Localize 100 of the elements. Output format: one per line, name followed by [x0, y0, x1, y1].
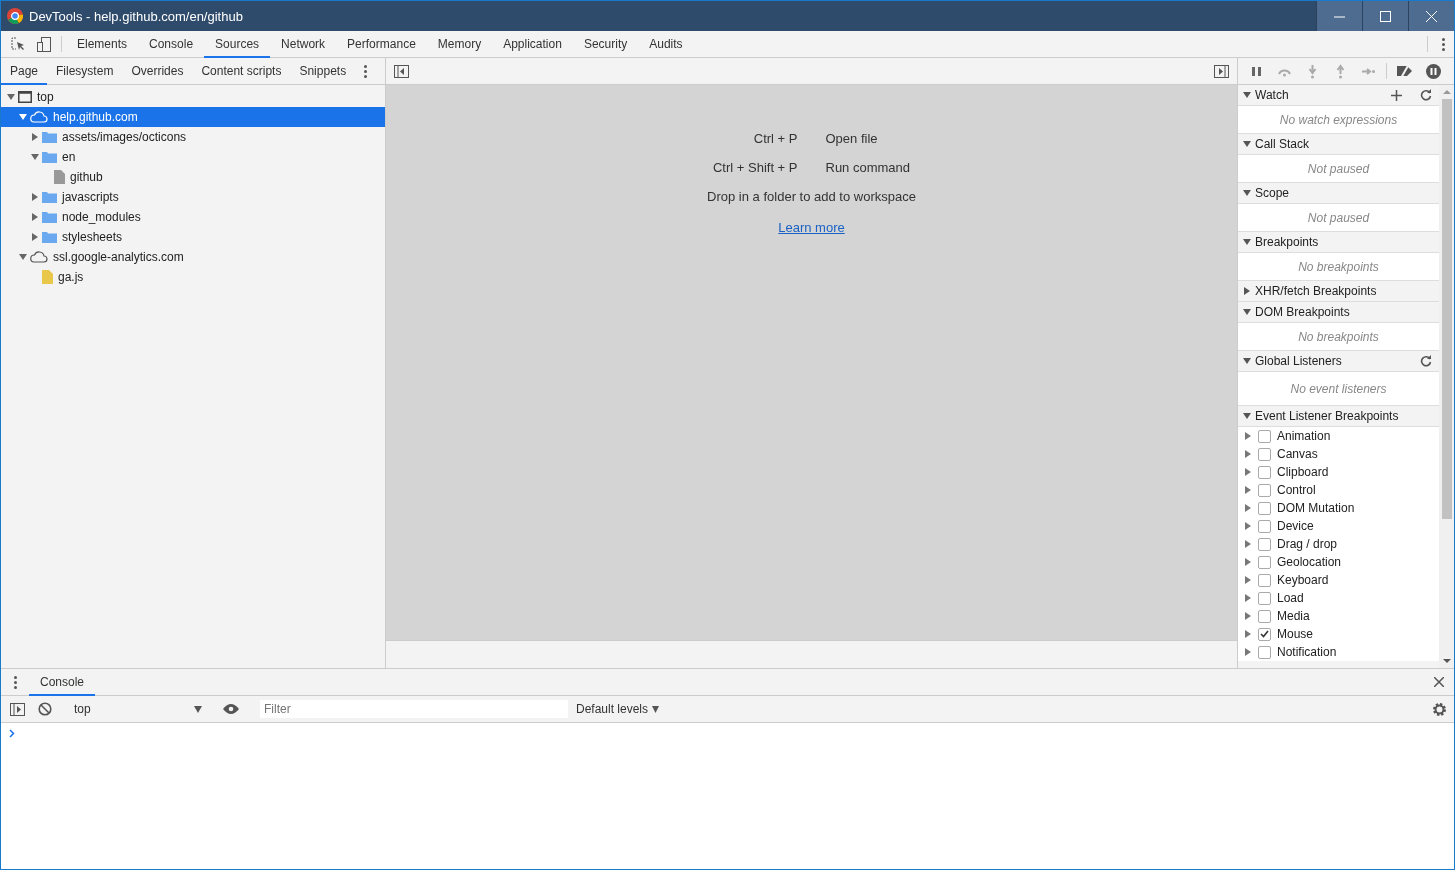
disclosure-triangle-icon[interactable] — [31, 153, 39, 161]
filter-field[interactable]: Filter — [260, 700, 568, 718]
tree-item[interactable]: ssl.google-analytics.com — [1, 247, 385, 267]
disclosure-triangle-icon[interactable] — [1243, 357, 1251, 365]
disclosure-triangle-icon[interactable] — [7, 93, 15, 101]
event-breakpoint-item[interactable]: DOM Mutation — [1238, 499, 1439, 517]
disclosure-triangle-icon[interactable] — [1243, 140, 1251, 148]
tree-item[interactable]: stylesheets — [1, 227, 385, 247]
deactivate-breakpoints-icon[interactable] — [1396, 64, 1414, 78]
panel-tab[interactable]: Network — [270, 31, 337, 58]
navigator-tab[interactable]: Content scripts — [192, 58, 291, 85]
section-title: Watch — [1255, 88, 1290, 102]
panel-tab[interactable]: Elements — [66, 31, 139, 58]
navigator-tab[interactable]: Snippets — [290, 58, 356, 85]
tree-item[interactable]: assets/images/octicons — [1, 127, 385, 147]
disclosure-triangle-icon[interactable] — [1244, 522, 1252, 530]
checkbox[interactable] — [1258, 627, 1271, 641]
disclosure-triangle-icon[interactable] — [1243, 308, 1251, 316]
checkbox[interactable] — [1258, 645, 1271, 659]
disclosure-triangle-icon[interactable] — [1243, 287, 1251, 295]
tree-item[interactable]: github — [1, 167, 385, 187]
checkbox[interactable] — [1258, 447, 1271, 461]
section-header[interactable]: Scope — [1238, 182, 1439, 204]
checkbox[interactable] — [1258, 501, 1271, 515]
disclosure-triangle-icon[interactable] — [1243, 189, 1251, 197]
checkbox[interactable] — [1258, 609, 1271, 623]
disclosure-triangle-icon[interactable] — [1244, 648, 1252, 656]
maximize-button[interactable] — [1362, 1, 1408, 31]
disclosure-triangle-icon[interactable] — [31, 133, 39, 141]
event-breakpoint-item[interactable]: Media — [1238, 607, 1439, 625]
panel-tab[interactable]: Audits — [638, 31, 694, 58]
pause-on-exceptions-icon[interactable] — [1425, 63, 1441, 79]
disclosure-triangle-icon[interactable] — [31, 193, 39, 201]
navigator-tab[interactable]: Page — [1, 58, 48, 85]
context-selector[interactable]: top — [68, 698, 208, 720]
refresh-icon[interactable] — [1420, 89, 1432, 101]
toggle-debugger-icon[interactable] — [1214, 64, 1229, 78]
checkbox[interactable] — [1258, 555, 1271, 569]
disclosure-triangle-icon[interactable] — [19, 113, 27, 121]
file-icon — [42, 270, 53, 284]
event-breakpoint-item[interactable]: Drag / drop — [1238, 535, 1439, 553]
event-breakpoint-item[interactable]: Mouse — [1238, 625, 1439, 643]
section-header[interactable]: Event Listener Breakpoints — [1238, 405, 1439, 427]
disclosure-triangle-icon[interactable] — [31, 213, 39, 221]
disclosure-triangle-icon[interactable] — [1244, 540, 1252, 548]
disclosure-triangle-icon[interactable] — [1243, 412, 1251, 420]
section-header[interactable]: Breakpoints — [1238, 231, 1439, 253]
tree-item[interactable]: en — [1, 147, 385, 167]
checkbox[interactable] — [1258, 519, 1271, 533]
checkbox[interactable] — [1258, 591, 1271, 605]
disclosure-triangle-icon[interactable] — [1244, 594, 1252, 602]
tree-item-label: top — [37, 90, 54, 104]
navigator-tab[interactable]: Filesystem — [47, 58, 123, 85]
event-breakpoint-item[interactable]: Load — [1238, 589, 1439, 607]
drawer-tab[interactable]: Console — [29, 669, 96, 696]
disclosure-triangle-icon[interactable] — [31, 233, 39, 241]
panel-tab[interactable]: Security — [572, 31, 639, 58]
disclosure-triangle-icon[interactable] — [1244, 432, 1252, 440]
disclosure-triangle-icon[interactable] — [1244, 576, 1252, 584]
tree-item[interactable]: top — [1, 87, 385, 107]
disclosure-triangle-icon[interactable] — [1243, 238, 1251, 246]
tree-item[interactable]: node_modules — [1, 207, 385, 227]
tree-item[interactable]: help.github.com — [1, 107, 385, 127]
checkbox[interactable] — [1258, 537, 1271, 551]
disclosure-triangle-icon[interactable] — [1244, 450, 1252, 458]
panel-tab[interactable]: Performance — [336, 31, 427, 58]
tree-item[interactable]: javascripts — [1, 187, 385, 207]
disclosure-triangle-icon[interactable] — [1243, 91, 1251, 99]
event-breakpoint-item[interactable]: Device — [1238, 517, 1439, 535]
toggle-navigator-icon[interactable] — [394, 64, 409, 78]
navigator-tab[interactable]: Overrides — [122, 58, 193, 85]
checkbox[interactable] — [1258, 483, 1271, 497]
event-breakpoint-item[interactable]: Canvas — [1238, 445, 1439, 463]
section-header[interactable]: Global Listeners — [1238, 350, 1439, 372]
event-breakpoint-item[interactable]: Animation — [1238, 427, 1439, 445]
disclosure-triangle-icon[interactable] — [1244, 612, 1252, 620]
disclosure-triangle-icon[interactable] — [1244, 468, 1252, 476]
event-breakpoint-item[interactable]: Geolocation — [1238, 553, 1439, 571]
disclosure-triangle-icon[interactable] — [1244, 630, 1252, 638]
disclosure-triangle-icon[interactable] — [1244, 558, 1252, 566]
disclosure-triangle-icon[interactable] — [1244, 486, 1252, 494]
event-breakpoint-item[interactable]: Control — [1238, 481, 1439, 499]
tree-item[interactable]: ga.js — [1, 267, 385, 287]
panel-tab[interactable]: Console — [138, 31, 205, 58]
learn-more-link[interactable]: Learn more — [778, 220, 845, 235]
event-breakpoint-label: Notification — [1277, 645, 1337, 659]
disclosure-triangle-icon[interactable] — [19, 253, 27, 261]
panel-tab[interactable]: Memory — [426, 31, 493, 58]
event-breakpoint-item[interactable]: Clipboard — [1238, 463, 1439, 481]
event-breakpoint-item[interactable]: Keyboard — [1238, 571, 1439, 589]
disclosure-triangle-icon[interactable] — [1244, 504, 1252, 512]
add-icon[interactable] — [1390, 89, 1402, 101]
event-breakpoint-item[interactable]: Notification — [1238, 643, 1439, 661]
checkbox[interactable] — [1258, 573, 1271, 587]
log-levels-dropdown[interactable]: Default levels — [574, 702, 662, 716]
checkbox[interactable] — [1258, 429, 1271, 443]
checkbox[interactable] — [1258, 465, 1271, 479]
panel-tab[interactable]: Application — [492, 31, 573, 58]
refresh-icon[interactable] — [1420, 355, 1432, 367]
section-header[interactable]: Call Stack — [1238, 133, 1439, 155]
